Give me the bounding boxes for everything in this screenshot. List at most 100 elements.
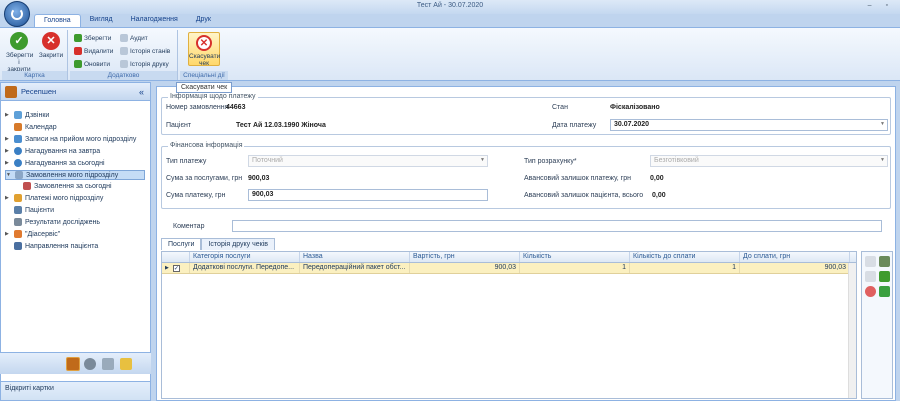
section-legend: Інформація щодо платежу	[168, 93, 258, 100]
audit-button[interactable]: Аудит	[120, 34, 148, 42]
payment-info-section: Інформація щодо платежу Номер замовлення…	[161, 93, 891, 135]
dropdown-arrow-icon: ▼	[880, 121, 885, 127]
nav-item-calendar[interactable]: Календар	[5, 123, 57, 131]
export-icon[interactable]	[879, 286, 890, 297]
nav-item-referral[interactable]: Направлення пацієнта	[5, 242, 98, 250]
calc-type-select[interactable]: Безготівковий ▼	[650, 155, 888, 167]
cell-price: 900,03	[410, 263, 520, 273]
close-button[interactable]: ✕ Закрити	[38, 32, 64, 59]
collapse-pane-button[interactable]: «	[139, 87, 144, 97]
print-history-button[interactable]: Історія друку	[120, 60, 169, 68]
cancel-icon: ✕	[196, 35, 212, 51]
cell-category: Додаткові послуги. Передопе...	[190, 263, 300, 273]
tab-print[interactable]: Друк	[187, 14, 220, 27]
column-header[interactable]: Категорія послуги	[190, 252, 300, 262]
row-checkbox[interactable]: ✓	[172, 264, 180, 272]
expand-arrow-icon[interactable]: ▶	[5, 112, 11, 118]
column-header[interactable]: Кількість до сплати	[630, 252, 740, 262]
advance-payment-value: 0,00	[650, 175, 664, 182]
nav-item-reminders-tomorrow[interactable]: ▶ Нагадування на завтра	[5, 147, 100, 155]
expand-arrow-icon[interactable]: ▶	[5, 195, 11, 201]
edit-icon[interactable]	[865, 271, 876, 282]
comment-input[interactable]	[232, 220, 882, 232]
window-controls[interactable]: – ▫	[868, 2, 894, 9]
row-indicator-icon: ▶	[165, 265, 169, 271]
nav-item-payments[interactable]: ▶ Платежі мого підрозділу	[5, 194, 103, 202]
refresh-icon	[74, 60, 82, 68]
expand-arrow-icon[interactable]: ▶	[5, 160, 11, 166]
services-sum-value: 900,03	[248, 175, 270, 182]
pay-type-select[interactable]: Поточний ▼	[248, 155, 488, 167]
expand-arrow-icon[interactable]: ▶	[5, 231, 11, 237]
folder-module-icon[interactable]	[120, 358, 132, 370]
calendar-icon	[14, 123, 22, 131]
save-button[interactable]: Зберегти	[74, 34, 111, 42]
app-menu-button[interactable]	[4, 1, 30, 27]
appointment-icon	[14, 135, 22, 143]
reception-module-icon[interactable]	[66, 357, 80, 371]
column-header[interactable]: Вартість, грн	[410, 252, 520, 262]
add-icon[interactable]	[865, 256, 876, 267]
nav-item-appointments[interactable]: ▶ Записи на прийом мого підрозділу	[5, 135, 136, 143]
tab-view[interactable]: Вигляд	[81, 14, 122, 27]
collapse-arrow-icon[interactable]: ▼	[6, 172, 12, 178]
expand-arrow-icon[interactable]: ▶	[5, 148, 11, 154]
cell-name: Передопераційний пакет обст...	[300, 263, 410, 273]
docs-module-icon[interactable]	[102, 358, 114, 370]
advance-patient-label: Авансовий залишок пацієнта, всього	[524, 192, 644, 199]
nav-pane-shortcuts	[0, 352, 151, 374]
nav-pane-header: Ресепшен «	[1, 83, 150, 101]
patients-icon	[14, 206, 22, 214]
grid-header: Категорія послуги Назва Вартість, грн Кі…	[162, 252, 856, 263]
date-label: Дата платежу	[552, 122, 597, 129]
results-icon	[14, 218, 22, 226]
nav-item-diaservis[interactable]: ▶ "Діасервіс"	[5, 230, 60, 238]
payment-sum-input[interactable]: 900,03	[248, 189, 488, 201]
ribbon-tabs: Головна Вигляд Налагодження Друк	[34, 14, 220, 27]
refresh-button[interactable]: Оновити	[74, 60, 110, 68]
column-header[interactable]: Кількість	[520, 252, 630, 262]
open-cards-header[interactable]: Відкриті картки	[0, 381, 151, 401]
nav-item-results[interactable]: Результати досліджень	[5, 218, 100, 226]
column-header[interactable]: Назва	[300, 252, 410, 262]
tab-services[interactable]: Послуги	[161, 238, 202, 250]
column-header[interactable]: До сплати, грн	[740, 252, 850, 262]
audit-icon	[120, 34, 128, 42]
nav-item-patients[interactable]: Пацієнти	[5, 206, 54, 214]
refresh-icon[interactable]	[879, 271, 890, 282]
state-history-button[interactable]: Історія станів	[120, 47, 170, 55]
services-grid: Категорія послуги Назва Вартість, грн Кі…	[161, 251, 857, 399]
detail-tabs: Послуги Історія друку чеків	[161, 238, 275, 250]
tools-icon[interactable]	[879, 256, 890, 267]
payment-date-field[interactable]: 30.07.2020 ▼	[610, 119, 888, 131]
ribbon: ✓ Зберегти і закрити ✕ Закрити Картка Зб…	[0, 27, 900, 81]
reminder-icon	[14, 159, 22, 167]
nav-item-reminders-today[interactable]: ▶ Нагадування за сьогодні	[5, 159, 105, 167]
cell-qty: 1	[520, 263, 630, 273]
tab-home[interactable]: Головна	[34, 14, 81, 27]
payment-card: Інформація щодо платежу Номер замовлення…	[156, 86, 896, 401]
history-icon	[120, 47, 128, 55]
advance-payment-label: Авансовий залишок платежу, грн	[524, 175, 631, 182]
cancel-check-button[interactable]: ✕ Скасувати чек	[188, 32, 220, 67]
nav-item-orders-today[interactable]: Замовлення за сьогодні	[23, 182, 112, 190]
expand-arrow-icon[interactable]: ▶	[5, 136, 11, 142]
finance-info-section: Фінансова інформація Тип платежу Поточни…	[161, 142, 891, 209]
window-title: Тест Ай - 30.07.2020	[416, 2, 484, 9]
tab-check-print-history[interactable]: Історія друку чеків	[201, 238, 275, 250]
grid-scrollbar[interactable]	[848, 263, 856, 398]
save-close-button[interactable]: ✓ Зберегти і закрити	[6, 32, 33, 73]
table-row[interactable]: ▶ ✓ Додаткові послуги. Передопе... Передо…	[162, 263, 856, 274]
comment-label: Коментар	[173, 223, 205, 230]
referral-icon	[14, 242, 22, 250]
settings-module-icon[interactable]	[84, 358, 96, 370]
nav-item-calls[interactable]: ▶ Дзвінки	[5, 111, 49, 119]
delete-button[interactable]: Видалити	[74, 47, 113, 55]
delete-icon[interactable]	[865, 286, 876, 297]
reception-icon	[5, 85, 17, 98]
nav-item-orders[interactable]: ▼ Замовлення мого підрозділу	[5, 170, 145, 180]
tab-settings[interactable]: Налагодження	[122, 14, 187, 27]
state-value: Фіскалізовано	[610, 104, 660, 111]
cell-to-pay: 900,03	[740, 263, 850, 273]
print-history-icon	[120, 60, 128, 68]
